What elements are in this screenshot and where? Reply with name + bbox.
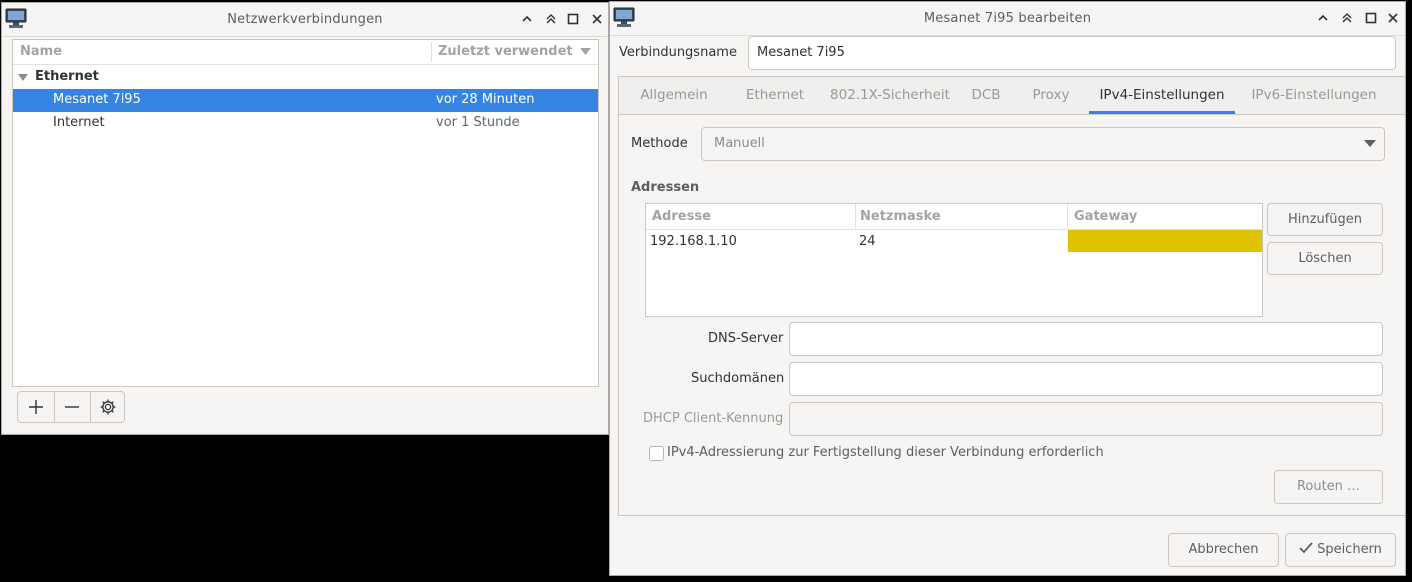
maximize-button[interactable] [1338,9,1356,27]
column-divider [1067,204,1068,229]
dns-server-field[interactable] [789,322,1383,356]
column-divider [855,204,856,229]
tab-proxy[interactable]: Proxy [1013,77,1089,114]
tab-8021x-security[interactable]: 802.1X-Sicherheit [821,77,959,114]
method-value: Manuell [714,136,765,151]
connection-name-label: Verbindungsname [619,45,737,60]
tree-header: Name Zuletzt verwendet [13,40,598,65]
connection-name: Internet [53,115,105,130]
tab-general[interactable]: Allgemein [619,77,729,114]
method-dropdown[interactable]: Manuell [701,127,1385,161]
save-button[interactable]: Speichern [1285,533,1396,567]
column-address[interactable]: Adresse [652,209,711,224]
checkmark-icon [1299,542,1313,554]
gear-icon [100,399,116,415]
delete-address-button[interactable]: Löschen [1267,242,1383,275]
search-domains-label: Suchdomänen [691,371,785,386]
sort-descending-icon [580,48,591,55]
dhcp-client-id-field[interactable] [789,402,1383,436]
window-title: Mesanet 7i95 bearbeiten [923,11,1092,26]
address-cell[interactable]: 192.168.1.10 [650,234,737,249]
dns-server-label: DNS-Server [708,331,784,346]
save-button-label: Speichern [1317,542,1382,557]
remove-connection-button[interactable] [54,392,90,422]
restore-button[interactable] [564,10,582,28]
connection-name-field[interactable]: Mesanet 7i95 [748,36,1396,70]
cancel-button[interactable]: Abbrechen [1168,533,1279,567]
require-ipv4-checkbox[interactable] [649,446,664,461]
remove-icon [65,406,79,408]
titlebar[interactable]: Netzwerkverbindungen [2,3,608,37]
gateway-cell[interactable] [1068,230,1262,252]
minimize-button[interactable] [518,10,536,28]
search-domains-field[interactable] [789,362,1383,396]
minimize-button[interactable] [1314,9,1332,27]
settings-tabs: Allgemein Ethernet 802.1X-Sicherheit DCB… [618,76,1405,114]
column-gateway[interactable]: Gateway [1074,209,1137,224]
tab-ipv6-settings[interactable]: IPv6-Einstellungen [1241,77,1387,114]
close-button[interactable] [588,10,606,28]
add-icon [29,400,43,414]
table-row[interactable]: 192.168.1.10 24 [646,229,1262,252]
maximize-button[interactable] [542,10,560,28]
tab-ipv4-settings[interactable]: IPv4-Einstellungen [1089,77,1235,114]
column-netmask[interactable]: Netzmaske [860,209,941,224]
add-address-button[interactable]: Hinzufügen [1267,203,1383,236]
chevron-down-icon [1364,140,1376,147]
tree-group-ethernet[interactable]: Ethernet [13,66,598,89]
netmask-cell[interactable]: 24 [859,234,876,249]
table-row[interactable]: Mesanet 7i95 vor 28 Minuten [13,89,598,112]
connection-toolbar [17,391,125,423]
column-divider [431,42,432,62]
edit-connection-button[interactable] [90,392,126,422]
connection-name-value: Mesanet 7i95 [757,45,845,60]
expander-down-icon[interactable] [18,74,28,82]
tab-ethernet[interactable]: Ethernet [729,77,821,114]
tab-dcb[interactable]: DCB [959,77,1013,114]
ipv4-settings-panel: Methode Manuell Adressen Adresse Netzmas… [618,114,1405,516]
connection-last-used: vor 28 Minuten [436,92,535,107]
routes-button[interactable]: Routen … [1274,470,1383,504]
edit-connection-window: Mesanet 7i95 bearbeiten Verbindungsname … [609,1,1406,576]
connections-tree[interactable]: Name Zuletzt verwendet Ethernet Mesanet … [12,39,599,387]
add-connection-button[interactable] [18,392,54,422]
column-name-header[interactable]: Name [20,44,62,59]
close-button[interactable] [1384,9,1402,27]
method-label: Methode [631,136,688,151]
addresses-header: Adresse Netzmaske Gateway [646,204,1262,230]
group-label: Ethernet [35,69,99,84]
dhcp-client-id-label: DHCP Client-Kennung [643,411,784,426]
connection-name: Mesanet 7i95 [53,92,141,107]
table-row[interactable]: Internet vor 1 Stunde [13,112,598,135]
addresses-table[interactable]: Adresse Netzmaske Gateway 192.168.1.10 2… [645,203,1263,317]
titlebar[interactable]: Mesanet 7i95 bearbeiten [610,2,1405,36]
network-connections-window: Netzwerkverbindungen Name Zuletzt verwen… [1,2,609,435]
addresses-label: Adressen [631,180,700,195]
column-last-used-header[interactable]: Zuletzt verwendet [438,44,573,59]
require-ipv4-label[interactable]: IPv4-Adressierung zur Fertigstellung die… [667,445,1104,460]
connection-last-used: vor 1 Stunde [436,115,520,130]
restore-button[interactable] [1362,9,1380,27]
